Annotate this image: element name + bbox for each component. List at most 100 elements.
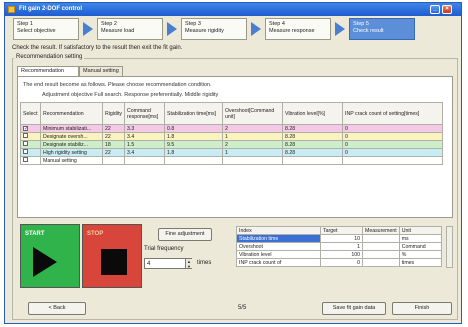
index-row[interactable]: Overshoot 1 Command: [236, 242, 442, 251]
back-button[interactable]: < Back: [28, 302, 86, 315]
stabilization-cell: 1.8: [164, 132, 224, 141]
overshoot-cell: 2: [222, 124, 284, 133]
unit-cell: %: [398, 250, 442, 259]
step-arrow-icon: [251, 22, 261, 36]
recommendation-cell: Manual setting: [40, 156, 103, 165]
col-index: Index: [236, 226, 321, 235]
select-checkbox[interactable]: [23, 157, 28, 162]
save-fit-gain-button[interactable]: Save fit gain data: [322, 302, 386, 315]
unit-cell: times: [398, 258, 442, 267]
select-checkbox[interactable]: ✓: [23, 125, 28, 131]
command-response-cell: [124, 156, 166, 165]
measurement-cell: [362, 258, 400, 267]
overshoot-cell: 1: [222, 132, 284, 141]
minimize-button[interactable]: _: [430, 5, 440, 14]
command-response-cell: 1.5: [124, 140, 166, 149]
command-response-cell: 3.4: [124, 148, 166, 157]
finish-button[interactable]: Finish: [392, 302, 452, 315]
table-row[interactable]: ✓ Minimum stabilizati... 22 3.3 0.8 2 8.…: [20, 124, 444, 133]
start-button[interactable]: START: [20, 224, 80, 288]
recommendation-cell: High rigidity setting: [40, 148, 103, 157]
select-checkbox[interactable]: [23, 133, 28, 138]
stop-icon: [101, 249, 127, 275]
recommendation-cell: Designate stabiliz...: [40, 140, 103, 149]
inp-crack-cell: 0: [342, 124, 444, 133]
index-row[interactable]: INP crack count of 0 times: [236, 258, 442, 267]
recommendation-table: Select Recommendation Rigidity Command r…: [20, 102, 444, 165]
col-overshoot: Overshoot[Command unit]: [222, 102, 284, 125]
rigidity-cell: 22: [101, 124, 126, 133]
col-target: Target: [320, 226, 363, 235]
close-button[interactable]: ×: [442, 5, 452, 14]
app-icon: [8, 6, 15, 13]
times-label: times: [197, 260, 212, 266]
index-row[interactable]: Vibration level 100 %: [236, 250, 442, 259]
index-table: Index Target Measurement Unit Stabilizat…: [236, 226, 442, 267]
vibration-cell: 8.28: [282, 132, 344, 141]
index-cell: INP crack count of: [236, 258, 321, 267]
col-measurement: Measurement: [362, 226, 400, 235]
objective-text: Adjustment objective Full search. Respon…: [42, 92, 219, 98]
command-response-cell: 3.3: [124, 124, 166, 133]
fine-adjustment-button[interactable]: Fine adjustment: [158, 228, 212, 241]
tab-manual[interactable]: Manual setting: [79, 66, 123, 76]
select-cell[interactable]: ✓: [20, 124, 41, 133]
vibration-cell: 8.28: [282, 124, 344, 133]
index-cell: Overshoot: [236, 242, 321, 251]
rigidity-cell: 18: [101, 140, 126, 149]
stabilization-cell: 1.8: [164, 148, 224, 157]
col-recommendation: Recommendation: [40, 102, 103, 125]
instruction-text: Check the result. If satisfactory to the…: [12, 45, 183, 51]
index-scrollbar[interactable]: [446, 226, 453, 268]
step-2: Step 2 Measure load: [97, 18, 163, 40]
overshoot-cell: 1: [222, 148, 284, 157]
step-5: Step 5 Check result: [349, 18, 415, 40]
index-cell: Stabilization time: [236, 234, 321, 243]
stabilization-cell: 0.8: [164, 124, 224, 133]
target-cell[interactable]: 10: [320, 234, 363, 243]
col-vibration: Vibration level[%]: [282, 102, 344, 125]
col-select: Select: [20, 102, 41, 125]
select-cell[interactable]: [20, 132, 41, 141]
measurement-cell: [362, 250, 400, 259]
select-checkbox[interactable]: [23, 149, 28, 154]
target-cell[interactable]: 1: [320, 242, 363, 251]
col-unit: Unit: [398, 226, 442, 235]
step-3: Step 3 Measure rigidity: [181, 18, 247, 40]
step-indicator: Step 1 Select objective Step 2 Measure loa…: [13, 18, 457, 42]
table-row[interactable]: Designate stabiliz... 18 1.5 9.5 2 8.28 …: [20, 140, 444, 149]
table-row[interactable]: Manual setting: [20, 156, 444, 165]
col-rigidity: Rigidity: [101, 102, 126, 125]
page-indicator: 5/5: [238, 305, 247, 311]
stabilization-cell: 9.5: [164, 140, 224, 149]
step-4: Step 4 Measure response: [265, 18, 331, 40]
unit-cell: ms: [398, 234, 442, 243]
table-row[interactable]: High rigidity setting 22 3.4 1.8 1 8.28 …: [20, 148, 444, 157]
index-row[interactable]: Stabilization time 10 ms: [236, 234, 442, 243]
play-icon: [33, 247, 57, 277]
unit-cell: Command: [398, 242, 442, 251]
measurement-cell: [362, 234, 400, 243]
step-arrow-icon: [83, 22, 93, 36]
table-row[interactable]: Designate oversh... 22 3.4 1.8 1 8.28 0: [20, 132, 444, 141]
rigidity-cell: 22: [101, 132, 126, 141]
index-header-row: Index Target Measurement Unit: [236, 226, 442, 235]
recommendation-cell: Designate oversh...: [40, 132, 103, 141]
select-cell[interactable]: [20, 148, 41, 157]
overshoot-cell: [222, 156, 284, 165]
select-cell[interactable]: [20, 156, 41, 165]
step-arrow-icon: [167, 22, 177, 36]
group-label: Recommendation setting: [14, 54, 85, 60]
recommendation-cell: Minimum stabilizati...: [40, 124, 103, 133]
col-command-response: Command response[ms]: [124, 102, 166, 125]
target-cell[interactable]: 100: [320, 250, 363, 259]
select-checkbox[interactable]: [23, 141, 28, 146]
select-cell[interactable]: [20, 140, 41, 149]
target-cell[interactable]: 0: [320, 258, 363, 267]
stop-button[interactable]: STOP: [82, 224, 142, 288]
table-header-row: Select Recommendation Rigidity Command r…: [20, 102, 444, 125]
col-inp-crack: INP crack count of setting[times]: [342, 102, 444, 125]
inp-crack-cell: 0: [342, 132, 444, 141]
inp-crack-cell: 0: [342, 140, 444, 149]
spinner-arrows-icon[interactable]: ▲ ▼: [185, 259, 192, 269]
